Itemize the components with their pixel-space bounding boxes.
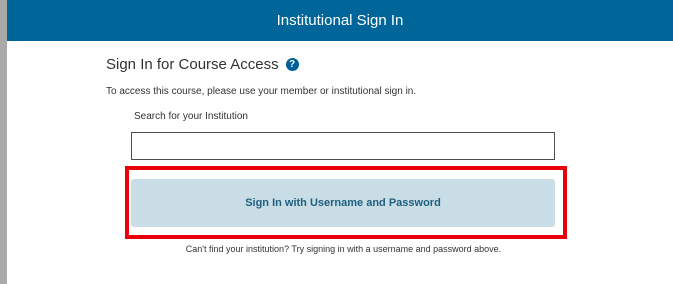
institution-search-input[interactable] — [131, 132, 555, 160]
left-border — [0, 0, 7, 284]
header-title: Institutional Sign In — [276, 12, 404, 29]
page-title: Sign In for Course Access — [106, 56, 279, 73]
question-circle-icon[interactable]: ? — [285, 58, 299, 71]
sign-in-username-password-button[interactable]: Sign In with Username and Password — [131, 179, 555, 227]
sign-in-button-label: Sign In with Username and Password — [245, 197, 441, 209]
footer-note: Can't find your institution? Try signing… — [185, 244, 502, 254]
access-description: To access this course, please use your m… — [106, 86, 417, 97]
search-label: Search for your Institution — [134, 111, 248, 122]
header-bar: Institutional Sign In — [7, 0, 673, 41]
sign-in-heading-row: Sign In for Course Access ? — [106, 56, 299, 73]
